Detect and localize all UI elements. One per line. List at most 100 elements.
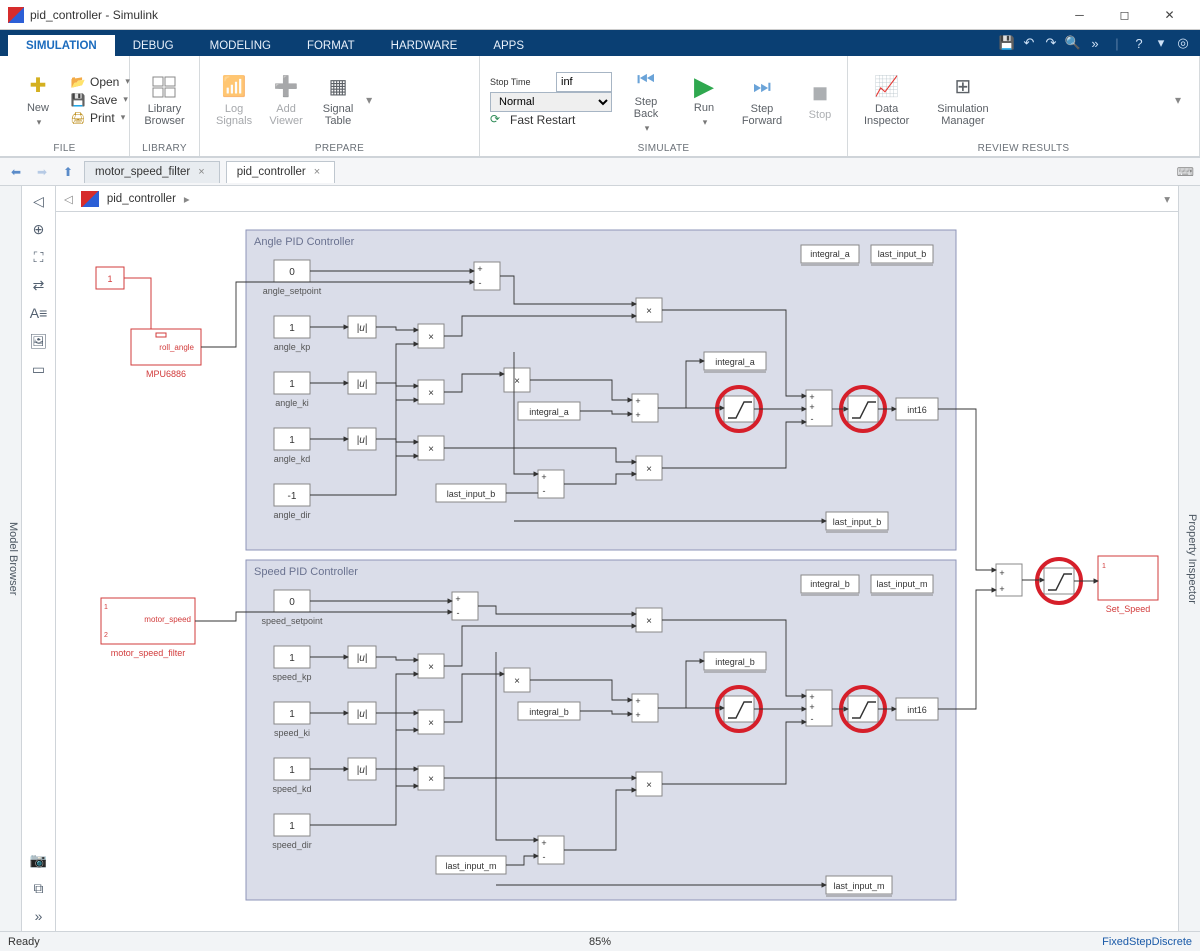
- expand-icon[interactable]: »: [27, 905, 51, 927]
- wrap-icon[interactable]: »: [1084, 32, 1106, 54]
- tab-format[interactable]: FORMAT: [289, 35, 373, 56]
- model-canvas[interactable]: 1 roll_angle MPU6886 1 2 motor_speed mot…: [56, 212, 1178, 931]
- maximize-button[interactable]: ◻: [1102, 0, 1147, 30]
- svg-text:+: +: [809, 692, 814, 702]
- new-button[interactable]: ✚New▾: [10, 70, 66, 130]
- nav-back-icon[interactable]: ◁: [64, 192, 73, 206]
- record-icon[interactable]: ⧉: [27, 877, 51, 899]
- save-button[interactable]: 💾Save▾: [68, 91, 132, 109]
- svg-text:+: +: [635, 396, 640, 406]
- swap-icon[interactable]: ⇄: [27, 274, 51, 296]
- svg-text:2: 2: [104, 632, 108, 639]
- svg-text:last_input_m: last_input_m: [445, 861, 496, 871]
- help-icon[interactable]: ?: [1128, 32, 1150, 54]
- svg-text:roll_angle: roll_angle: [159, 343, 194, 352]
- stop-button[interactable]: ◼Stop: [796, 77, 844, 123]
- svg-text:+: +: [809, 392, 814, 402]
- step-back-button[interactable]: ⏮Step Back▾: [622, 64, 670, 136]
- simulation-manager-button[interactable]: ⊞Simulation Manager: [931, 71, 994, 129]
- nav-back-icon[interactable]: ⬅: [6, 162, 26, 182]
- chevron-down-icon[interactable]: ▾: [1164, 192, 1170, 206]
- svg-text:MPU6886: MPU6886: [146, 369, 186, 379]
- svg-text:speed_dir: speed_dir: [272, 840, 312, 850]
- svg-text:1: 1: [289, 821, 295, 832]
- svg-text:×: ×: [428, 662, 434, 673]
- svg-text:×: ×: [428, 774, 434, 785]
- nav-fwd-icon[interactable]: ➡: [32, 162, 52, 182]
- sim-mode-select[interactable]: Normal: [490, 92, 612, 112]
- run-button[interactable]: ▶Run▾: [680, 70, 728, 130]
- svg-text:+: +: [541, 472, 546, 482]
- library-browser-button[interactable]: Library Browser: [140, 71, 189, 129]
- svg-text:+: +: [477, 264, 482, 274]
- data-inspector-button[interactable]: 📈Data Inspector: [858, 71, 915, 129]
- image-icon[interactable]: 🖼: [27, 330, 51, 352]
- tab-apps[interactable]: APPS: [475, 35, 542, 56]
- svg-text:+: +: [809, 702, 814, 712]
- svg-text:×: ×: [428, 332, 434, 343]
- svg-text:1: 1: [289, 323, 295, 334]
- svg-text:1: 1: [289, 765, 295, 776]
- svg-text:×: ×: [646, 464, 652, 475]
- svg-text:speed_kp: speed_kp: [272, 672, 311, 682]
- breadcrumb-path[interactable]: pid_controller: [107, 193, 176, 205]
- keyboard-icon[interactable]: ⌨: [1177, 165, 1194, 179]
- tab-simulation[interactable]: SIMULATION: [8, 35, 115, 56]
- signal-table-button[interactable]: ▦Signal Table: [314, 71, 362, 129]
- stop-time-input[interactable]: [556, 72, 612, 92]
- file-tab-motor-speed-filter[interactable]: motor_speed_filter×: [84, 161, 220, 183]
- svg-text:|u|: |u|: [357, 435, 368, 446]
- svg-text:+: +: [635, 710, 640, 720]
- hide-explorer-icon[interactable]: ◁: [27, 190, 51, 212]
- file-tab-pid-controller[interactable]: pid_controller×: [226, 161, 335, 183]
- tab-hardware[interactable]: HARDWARE: [373, 35, 476, 56]
- tab-debug[interactable]: DEBUG: [115, 35, 192, 56]
- target-icon[interactable]: ◎: [1172, 32, 1194, 54]
- model-browser-tab[interactable]: Model Browser: [0, 186, 22, 931]
- open-button[interactable]: 📂Open▾: [68, 73, 132, 91]
- close-icon[interactable]: ×: [314, 166, 320, 178]
- svg-text:integral_b: integral_b: [810, 579, 850, 589]
- chevron-down-icon[interactable]: ▾: [1150, 32, 1172, 54]
- svg-text:angle_dir: angle_dir: [273, 510, 310, 520]
- print-button[interactable]: 🖨Print▾: [68, 109, 132, 127]
- svg-text:-1: -1: [288, 491, 297, 502]
- svg-text:|u|: |u|: [357, 653, 368, 664]
- svg-text:0: 0: [289, 267, 295, 278]
- redo-icon[interactable]: ↷: [1040, 32, 1062, 54]
- svg-text:+: +: [999, 568, 1004, 578]
- add-viewer-button[interactable]: ➕Add Viewer: [262, 71, 310, 129]
- log-signals-button[interactable]: 📶Log Signals: [210, 71, 258, 129]
- zoom-in-icon[interactable]: ⊕: [27, 218, 51, 240]
- svg-text:motor_speed: motor_speed: [144, 615, 191, 624]
- window-title: pid_controller - Simulink: [30, 8, 158, 22]
- file-tab-bar: ⬅ ➡ ⬆ motor_speed_filter× pid_controller…: [0, 158, 1200, 186]
- minimize-button[interactable]: ─: [1057, 0, 1102, 30]
- svg-text:×: ×: [428, 444, 434, 455]
- nav-up-icon[interactable]: ⬆: [58, 162, 78, 182]
- fast-restart-button[interactable]: ⟳Fast Restart: [490, 112, 612, 128]
- step-forward-button[interactable]: ⏭Step Forward: [738, 71, 786, 129]
- undo-icon[interactable]: ↶: [1018, 32, 1040, 54]
- block-icon[interactable]: ▭: [27, 358, 51, 380]
- save-icon[interactable]: 💾: [996, 32, 1018, 54]
- search-icon[interactable]: 🔍: [1062, 32, 1084, 54]
- close-button[interactable]: ✕: [1147, 0, 1192, 30]
- svg-text:int16: int16: [907, 405, 927, 415]
- status-zoom[interactable]: 85%: [589, 936, 611, 948]
- property-inspector-tab[interactable]: Property Inspector: [1178, 186, 1200, 931]
- svg-text:integral_a: integral_a: [529, 407, 569, 417]
- fit-icon[interactable]: ⛶: [27, 246, 51, 268]
- screenshot-icon[interactable]: 📷: [27, 849, 51, 871]
- svg-text:Set_Speed: Set_Speed: [1106, 604, 1151, 614]
- annotate-icon[interactable]: A≡: [27, 302, 51, 324]
- svg-text:×: ×: [428, 388, 434, 399]
- status-solver[interactable]: FixedStepDiscrete: [1102, 936, 1192, 948]
- close-icon[interactable]: ×: [198, 166, 204, 178]
- tab-modeling[interactable]: MODELING: [192, 35, 289, 56]
- svg-text:integral_b: integral_b: [715, 657, 755, 667]
- svg-text:+: +: [809, 402, 814, 412]
- svg-text:last_input_b: last_input_b: [878, 249, 927, 259]
- svg-text:×: ×: [646, 306, 652, 317]
- svg-text:last_input_b: last_input_b: [833, 517, 882, 527]
